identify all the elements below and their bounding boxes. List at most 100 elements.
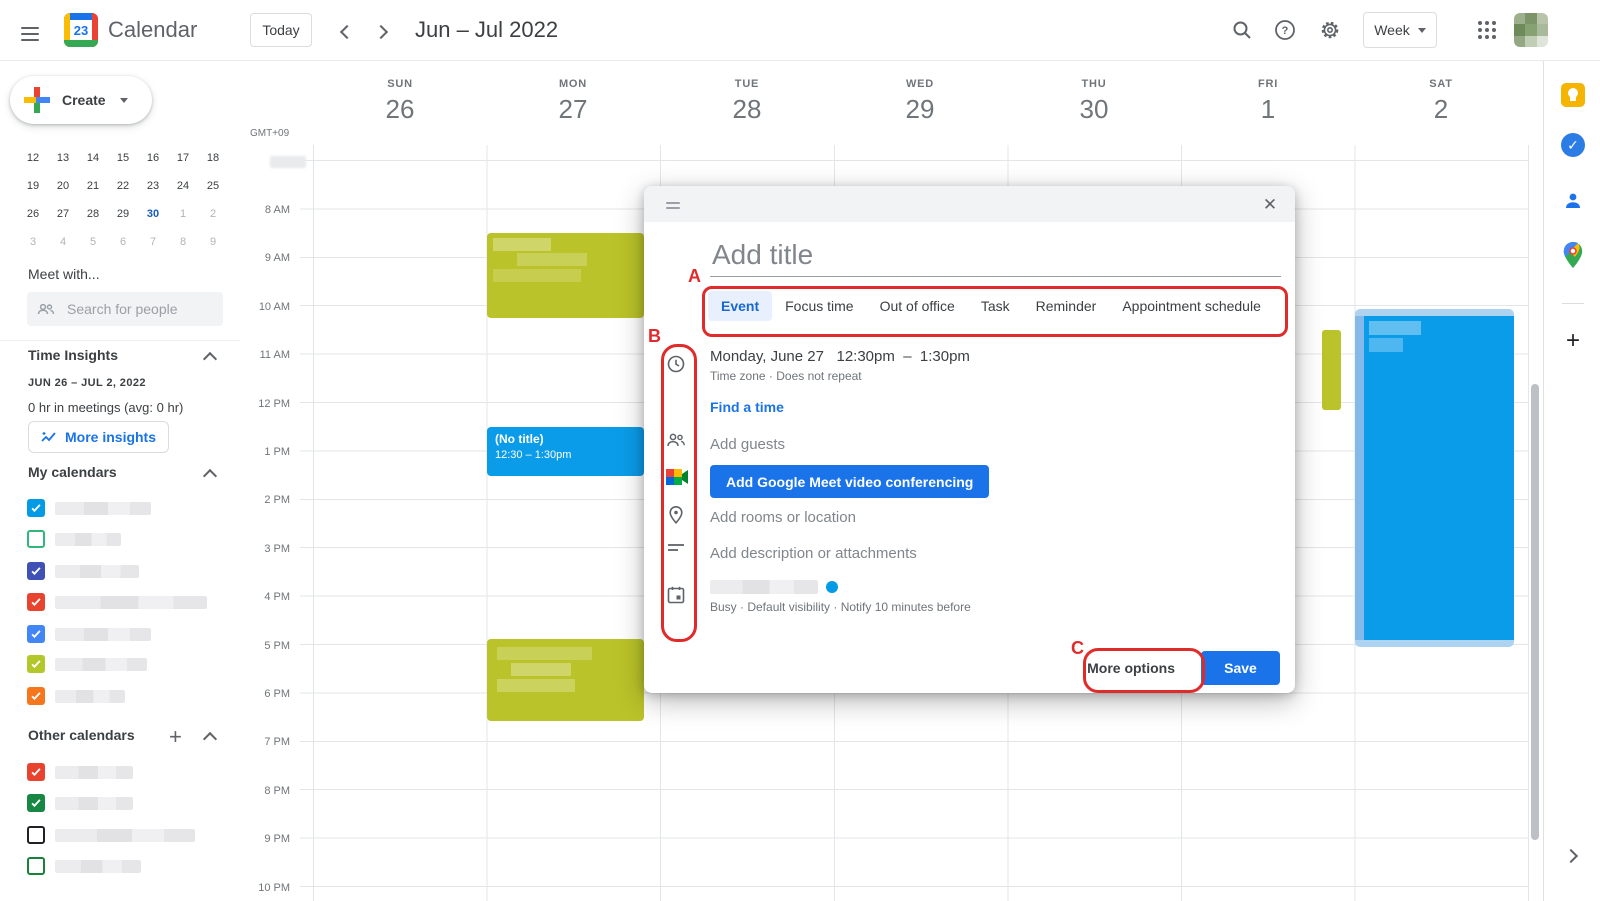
calendar-checkbox-checked[interactable] xyxy=(27,687,45,705)
calendar-checkbox-checked[interactable] xyxy=(27,655,45,673)
add-other-calendar-icon[interactable]: + xyxy=(169,724,182,750)
calendar-checkbox-unchecked[interactable] xyxy=(27,826,45,844)
google-contacts-icon[interactable] xyxy=(1560,188,1586,214)
mini-day[interactable]: 12 xyxy=(18,144,48,172)
calendar-checkbox-unchecked[interactable] xyxy=(27,857,45,875)
event-datetime-row[interactable]: Monday, June 27 12:30pm – 1:30pm xyxy=(710,348,970,365)
add-rooms-field[interactable]: Add rooms or location xyxy=(710,509,856,526)
date-range-label[interactable]: Jun – Jul 2022 xyxy=(415,17,558,43)
mini-day[interactable]: 19 xyxy=(18,172,48,200)
search-icon[interactable] xyxy=(1231,19,1253,46)
find-a-time-link[interactable]: Find a time xyxy=(710,399,784,415)
day-number[interactable]: 26 xyxy=(350,94,450,125)
add-meet-button[interactable]: Add Google Meet video conferencing xyxy=(710,465,989,498)
collapse-time-insights-icon[interactable] xyxy=(205,351,215,369)
google-maps-icon[interactable] xyxy=(1560,242,1586,268)
main-menu-icon[interactable] xyxy=(21,23,39,45)
create-button[interactable]: Create xyxy=(10,76,152,124)
drag-handle-icon[interactable] xyxy=(666,199,680,212)
my-calendar-row[interactable] xyxy=(27,592,207,612)
mini-day[interactable]: 5 xyxy=(78,228,108,256)
day-number[interactable]: 29 xyxy=(870,94,970,125)
mini-day[interactable]: 6 xyxy=(108,228,138,256)
timezone-repeat-row[interactable]: Time zone · Does not repeat xyxy=(710,369,862,383)
mini-day[interactable]: 1 xyxy=(168,200,198,228)
next-week-icon[interactable] xyxy=(376,24,386,42)
google-tasks-icon[interactable]: ✓ xyxy=(1560,132,1586,158)
tab-event[interactable]: Event xyxy=(708,291,772,321)
add-description-field[interactable]: Add description or attachments xyxy=(710,545,917,562)
mini-day-selected[interactable]: 30 xyxy=(138,200,168,228)
help-icon[interactable]: ? xyxy=(1274,19,1296,46)
mini-day[interactable]: 23 xyxy=(138,172,168,200)
event-monday-morning[interactable] xyxy=(487,233,644,318)
mini-day[interactable]: 18 xyxy=(198,144,228,172)
my-calendar-row[interactable] xyxy=(27,654,147,674)
day-number[interactable]: 2 xyxy=(1391,94,1491,125)
close-icon[interactable]: ✕ xyxy=(1259,194,1281,216)
avatar[interactable] xyxy=(1514,13,1548,47)
search-people-box[interactable] xyxy=(27,292,223,326)
other-calendar-row[interactable] xyxy=(27,793,133,813)
mini-day[interactable]: 13 xyxy=(48,144,78,172)
day-number[interactable]: 27 xyxy=(523,94,623,125)
other-calendar-row[interactable] xyxy=(27,856,141,876)
mini-day[interactable]: 24 xyxy=(168,172,198,200)
calendar-selector-row[interactable] xyxy=(710,580,838,594)
calendar-logo-icon[interactable]: 23 xyxy=(64,13,98,47)
mini-day[interactable]: 9 xyxy=(198,228,228,256)
other-calendar-row[interactable] xyxy=(27,762,133,782)
vertical-scrollbar[interactable] xyxy=(1531,384,1539,840)
day-number[interactable]: 30 xyxy=(1044,94,1144,125)
my-calendar-row[interactable] xyxy=(27,529,121,549)
mini-day[interactable]: 28 xyxy=(78,200,108,228)
mini-day[interactable]: 16 xyxy=(138,144,168,172)
calendar-checkbox-checked[interactable] xyxy=(27,794,45,812)
event-monday-notitle[interactable]: (No title) 12:30 – 1:30pm xyxy=(487,427,644,476)
calendar-checkbox-checked[interactable] xyxy=(27,763,45,781)
search-people-input[interactable] xyxy=(65,300,209,318)
calendar-checkbox-checked[interactable] xyxy=(27,562,45,580)
google-apps-icon[interactable] xyxy=(1478,21,1496,39)
event-friday-clipped[interactable] xyxy=(1322,330,1341,410)
mini-day[interactable]: 8 xyxy=(168,228,198,256)
my-calendar-row[interactable] xyxy=(27,498,151,518)
mini-day[interactable]: 20 xyxy=(48,172,78,200)
mini-day[interactable]: 27 xyxy=(48,200,78,228)
google-keep-icon[interactable] xyxy=(1560,82,1586,108)
day-number[interactable]: 1 xyxy=(1218,94,1318,125)
collapse-my-calendars-icon[interactable] xyxy=(205,468,215,486)
view-selector-dropdown[interactable]: Week xyxy=(1363,12,1437,48)
mini-day[interactable]: 17 xyxy=(168,144,198,172)
mini-day[interactable]: 4 xyxy=(48,228,78,256)
settings-gear-icon[interactable] xyxy=(1319,19,1341,46)
my-calendar-row[interactable] xyxy=(27,561,139,581)
more-insights-button[interactable]: More insights xyxy=(28,421,169,453)
add-guests-field[interactable]: Add guests xyxy=(710,436,785,453)
save-button[interactable]: Save xyxy=(1201,651,1280,685)
calendar-checkbox-unchecked[interactable] xyxy=(27,530,45,548)
mini-day[interactable]: 22 xyxy=(108,172,138,200)
day-number[interactable]: 28 xyxy=(697,94,797,125)
mini-day[interactable]: 29 xyxy=(108,200,138,228)
mini-day[interactable]: 2 xyxy=(198,200,228,228)
mini-day[interactable]: 25 xyxy=(198,172,228,200)
hide-panel-chevron-icon[interactable] xyxy=(1566,848,1576,866)
tab-reminder[interactable]: Reminder xyxy=(1023,291,1110,321)
dialog-drag-bar[interactable]: ✕ xyxy=(644,186,1295,222)
mini-day[interactable]: 3 xyxy=(18,228,48,256)
calendar-checkbox-checked[interactable] xyxy=(27,499,45,517)
mini-day[interactable]: 14 xyxy=(78,144,108,172)
my-calendar-row[interactable] xyxy=(27,686,125,706)
tab-focus-time[interactable]: Focus time xyxy=(772,291,866,321)
other-calendar-row[interactable] xyxy=(27,825,195,845)
event-title-input[interactable] xyxy=(710,238,1274,272)
tab-appointment-schedule[interactable]: Appointment schedule xyxy=(1109,291,1274,321)
prev-week-icon[interactable] xyxy=(342,24,352,42)
tab-out-of-office[interactable]: Out of office xyxy=(867,291,968,321)
calendar-checkbox-checked[interactable] xyxy=(27,593,45,611)
get-addons-icon[interactable]: + xyxy=(1560,328,1586,354)
my-calendar-row[interactable] xyxy=(27,624,151,644)
collapse-other-calendars-icon[interactable] xyxy=(205,731,215,749)
more-options-button[interactable]: More options xyxy=(1079,651,1183,685)
